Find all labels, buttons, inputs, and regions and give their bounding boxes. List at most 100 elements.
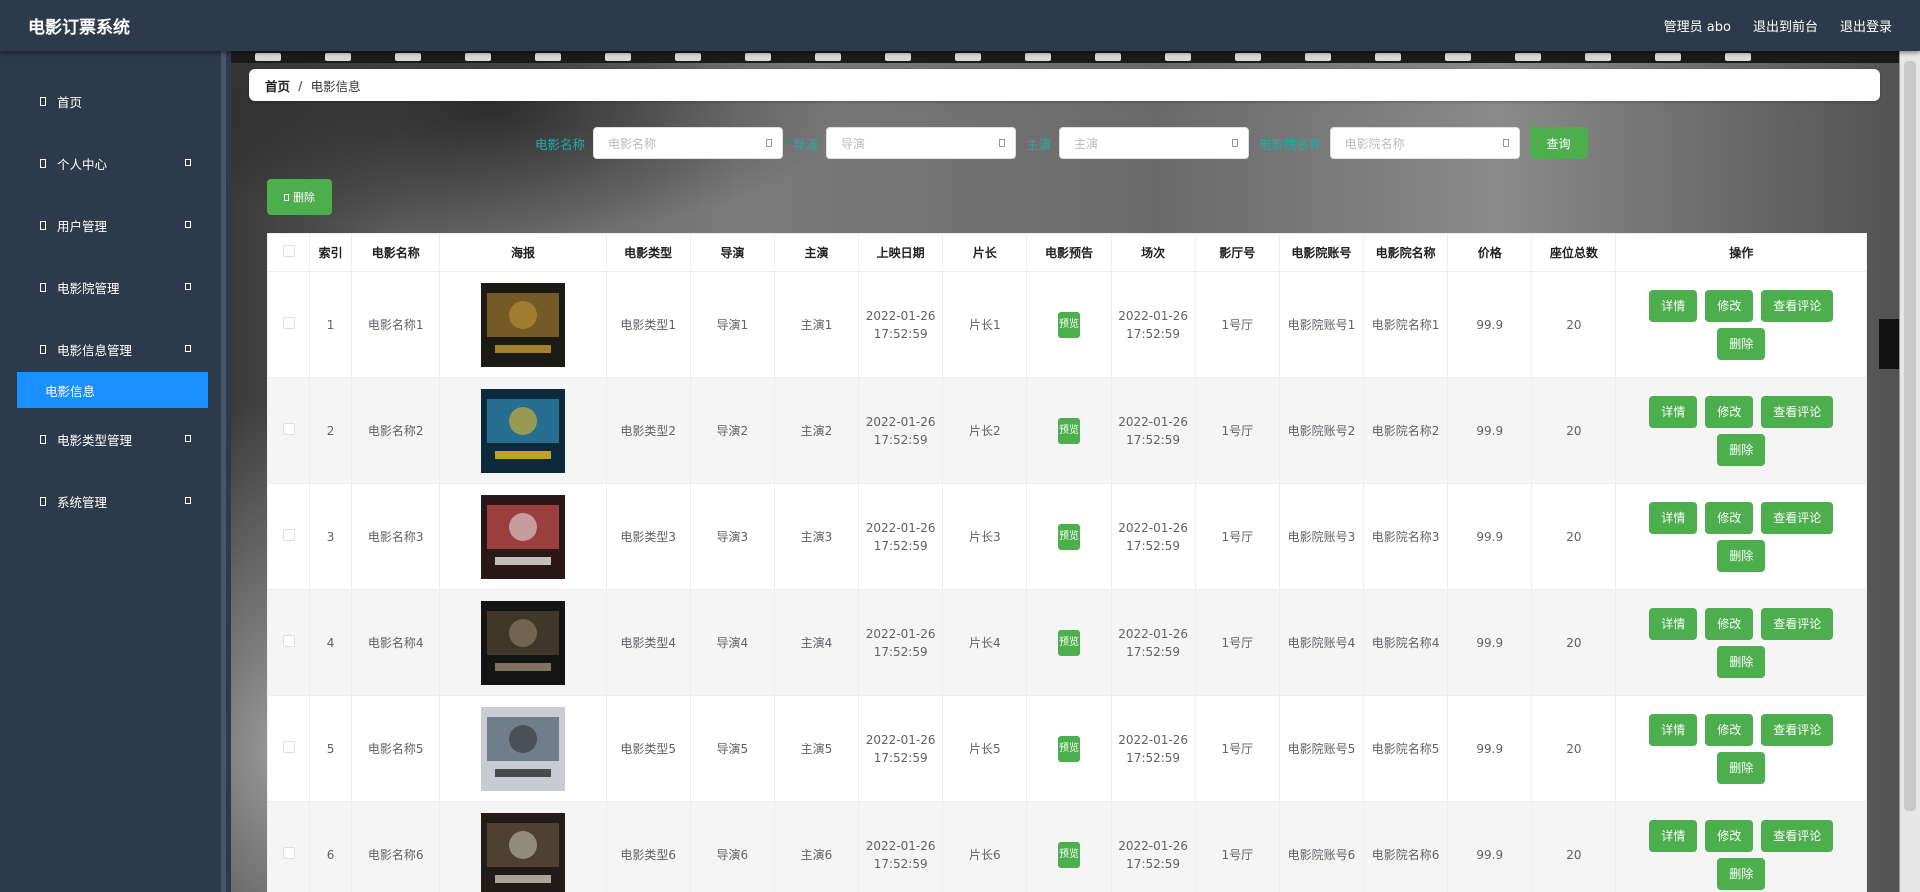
- account-cell: 电影院账号6: [1278, 801, 1365, 892]
- table-row[interactable]: 1 电影名称1 电影类型1 导演1 主演1 2022-01-26 17:52:59 片长1 预览…: [266, 271, 1867, 378]
- row-select-cell[interactable]: [266, 695, 311, 802]
- page-scrollbar[interactable]: [1899, 51, 1920, 892]
- sidebar-item-label: 电影类型管理: [57, 432, 133, 448]
- hall-cell: 1号厅: [1194, 695, 1280, 802]
- delete-button[interactable]: 删除: [1717, 857, 1766, 890]
- delete-button[interactable]: 删除: [1717, 327, 1766, 360]
- table-row[interactable]: 6 电影名称6 电影类型6 导演6 主演6 2022-01-26 17:52:59 片长6 预览…: [266, 801, 1867, 892]
- admin-user-label[interactable]: 管理员 abo: [1664, 16, 1731, 35]
- sidebar-item-movie-type-management[interactable]: 电影类型管理: [0, 408, 221, 470]
- account-cell: 电影院账号1: [1278, 271, 1365, 378]
- row-select-cell[interactable]: [266, 483, 311, 590]
- sidebar-item-movie-info-management[interactable]: 电影信息管理: [0, 318, 221, 380]
- price-cell: 99.9: [1447, 589, 1533, 696]
- select-all-header[interactable]: [266, 233, 311, 272]
- detail-button[interactable]: 详情: [1649, 819, 1698, 852]
- edit-button[interactable]: 修改: [1705, 395, 1754, 428]
- table-row[interactable]: 5 电影名称5 电影类型5 导演5 主演5 2022-01-26 17:52:59 片长5 预览…: [266, 695, 1867, 802]
- row-checkbox[interactable]: [282, 846, 295, 859]
- input-placeholder: 电影名称: [608, 136, 657, 151]
- edit-button[interactable]: 修改: [1705, 819, 1754, 852]
- preview-button[interactable]: 预览: [1057, 311, 1080, 338]
- detail-button[interactable]: 详情: [1649, 501, 1698, 534]
- sidebar-item-home[interactable]: 首页: [0, 70, 221, 132]
- exit-to-front-link[interactable]: 退出到前台: [1753, 16, 1818, 35]
- user-icon: [40, 158, 46, 168]
- row-select-cell[interactable]: [266, 377, 311, 484]
- row-checkbox[interactable]: [282, 316, 295, 329]
- preview-button[interactable]: 预览: [1057, 417, 1080, 444]
- preview-button[interactable]: 预览: [1057, 841, 1080, 868]
- detail-button[interactable]: 详情: [1649, 395, 1698, 428]
- actor-input[interactable]: 主演: [1059, 127, 1250, 159]
- row-checkbox[interactable]: [282, 634, 295, 647]
- edit-button[interactable]: 修改: [1705, 607, 1754, 640]
- detail-button[interactable]: 详情: [1649, 713, 1698, 746]
- sidebar-item-label: 用户管理: [57, 218, 108, 234]
- tag-icon: [40, 434, 46, 444]
- view-comments-button[interactable]: 查看评论: [1761, 607, 1834, 640]
- preview-button[interactable]: 预览: [1057, 629, 1080, 656]
- view-comments-button[interactable]: 查看评论: [1761, 819, 1834, 852]
- row-select-cell[interactable]: [266, 801, 311, 892]
- sidebar-item-personal-center[interactable]: 个人中心: [0, 132, 221, 194]
- date-text: 2022-01-26: [1118, 414, 1188, 429]
- detail-button[interactable]: 详情: [1649, 607, 1698, 640]
- session-cell: 2022-01-26 17:52:59: [1110, 483, 1196, 590]
- column-header: 主演: [773, 233, 860, 272]
- movie-poster: [480, 600, 565, 685]
- table-row[interactable]: 3 电影名称3 电影类型3 导演3 主演3 2022-01-26 17:52:59 片长3 预览…: [266, 483, 1867, 590]
- logout-link[interactable]: 退出登录: [1840, 16, 1892, 35]
- column-header: 索引: [309, 233, 353, 272]
- delete-button[interactable]: 删除: [1717, 539, 1766, 572]
- view-comments-button[interactable]: 查看评论: [1761, 289, 1834, 322]
- cinema-name-input[interactable]: 电影院名称: [1329, 127, 1520, 159]
- input-suffix-icon: [999, 139, 1006, 147]
- movie-poster: [480, 388, 565, 473]
- column-header: 电影名称: [351, 233, 441, 272]
- query-button[interactable]: 查询: [1529, 127, 1588, 159]
- poster-cell: [439, 483, 607, 590]
- scrollbar-thumb[interactable]: [1904, 61, 1916, 811]
- delete-button[interactable]: 删除: [1717, 751, 1766, 784]
- edit-button[interactable]: 修改: [1705, 289, 1754, 322]
- preview-button[interactable]: 预览: [1057, 523, 1080, 550]
- hall-cell: 1号厅: [1194, 377, 1280, 484]
- batch-delete-button[interactable]: 删除: [267, 179, 332, 215]
- cinema-cell: 电影院名称1: [1363, 271, 1449, 378]
- detail-button[interactable]: 详情: [1649, 289, 1698, 322]
- sidebar-item-system-management[interactable]: 系统管理: [0, 470, 221, 532]
- row-checkbox[interactable]: [282, 740, 295, 753]
- movie-poster: [480, 706, 565, 791]
- row-checkbox[interactable]: [282, 422, 295, 435]
- movie-name-input[interactable]: 电影名称: [593, 127, 784, 159]
- preview-button[interactable]: 预览: [1057, 735, 1080, 762]
- director-input[interactable]: 导演: [826, 127, 1017, 159]
- row-checkbox[interactable]: [282, 528, 295, 541]
- edit-button[interactable]: 修改: [1705, 501, 1754, 534]
- column-header: 电影类型: [605, 233, 691, 272]
- delete-button[interactable]: 删除: [1717, 645, 1766, 678]
- select-all-checkbox[interactable]: [282, 245, 295, 257]
- session-cell: 2022-01-26 17:52:59: [1110, 589, 1196, 696]
- release-date-cell: 2022-01-26 17:52:59: [858, 589, 944, 696]
- actor-cell: 主演1: [773, 271, 860, 378]
- input-suffix-icon: [766, 139, 773, 147]
- table-row[interactable]: 4 电影名称4 电影类型4 导演4 主演4 2022-01-26 17:52:59 片长4 预览…: [266, 589, 1867, 696]
- chevron-down-icon: [185, 283, 191, 290]
- breadcrumb-home[interactable]: 首页: [265, 76, 290, 95]
- view-comments-button[interactable]: 查看评论: [1761, 395, 1834, 428]
- hall-cell: 1号厅: [1194, 589, 1280, 696]
- table-row[interactable]: 2 电影名称2 电影类型2 导演2 主演2 2022-01-26 17:52:59 片长2 预览…: [266, 377, 1867, 484]
- delete-button[interactable]: 删除: [1717, 433, 1766, 466]
- row-select-cell[interactable]: [266, 589, 311, 696]
- sidebar-item-cinema-management[interactable]: 电影院管理: [0, 256, 221, 318]
- time-text: 17:52:59: [1126, 856, 1181, 871]
- edit-button[interactable]: 修改: [1705, 713, 1754, 746]
- sidebar-item-user-management[interactable]: 用户管理: [0, 194, 221, 256]
- index-cell: 2: [309, 377, 353, 484]
- view-comments-button[interactable]: 查看评论: [1761, 713, 1834, 746]
- row-select-cell[interactable]: [266, 271, 311, 378]
- input-placeholder: 导演: [841, 136, 866, 151]
- view-comments-button[interactable]: 查看评论: [1761, 501, 1834, 534]
